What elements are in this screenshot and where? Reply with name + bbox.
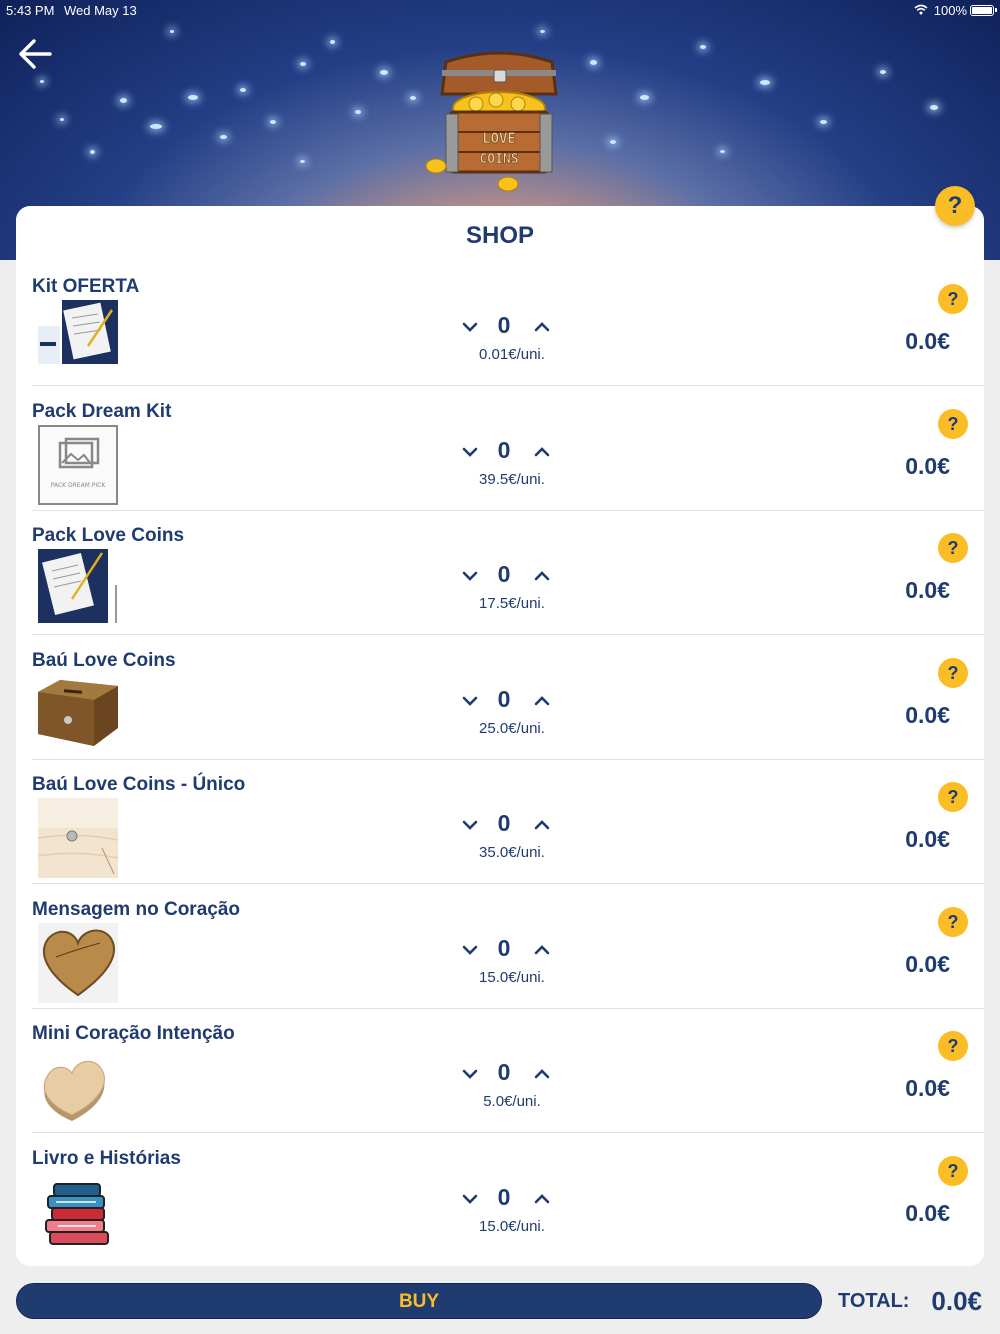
- question-icon[interactable]: ?: [938, 1156, 968, 1186]
- quantity-stepper: 0: [442, 935, 582, 967]
- unit-price: 35.0€/uni.: [479, 844, 545, 861]
- quantity-value: 0: [497, 935, 511, 961]
- mini-heart-icon: [43, 1060, 105, 1121]
- unit-price: 15.0€/uni.: [479, 969, 545, 986]
- chevron-down-icon[interactable]: [462, 320, 478, 334]
- chevron-down-icon[interactable]: [462, 1067, 478, 1081]
- unit-price: 25.0€/uni.: [479, 720, 545, 737]
- question-icon[interactable]: ?: [938, 409, 968, 439]
- svg-text:COINS: COINS: [479, 152, 518, 167]
- question-icon[interactable]: ?: [938, 533, 968, 563]
- product-row: Mensagem no Coração ? 0 15.0€/uni. 0.0€: [32, 885, 984, 1009]
- product-name: Baú Love Coins: [32, 650, 176, 671]
- line-total: 0.0€: [905, 951, 950, 977]
- line-total: 0.0€: [905, 826, 950, 852]
- quantity-stepper: 0: [442, 561, 582, 593]
- total-label: TOTAL:: [838, 1290, 910, 1312]
- product-row: Mini Coração Intenção ? 0 5.0€/uni. 0.0€: [32, 1009, 984, 1133]
- battery-percentage: 100%: [933, 3, 967, 18]
- line-total: 0.0€: [905, 453, 950, 479]
- quantity-value: 0: [497, 686, 511, 712]
- line-total: 0.0€: [905, 702, 950, 728]
- chevron-down-icon[interactable]: [462, 445, 478, 459]
- svg-text:LOVE: LOVE: [482, 131, 516, 147]
- product-name: Pack Love Coins: [32, 525, 185, 546]
- product-row: Livro e Histórias ? 0 15.0€/uni. 0.0€: [32, 1134, 984, 1258]
- chevron-up-icon[interactable]: [534, 943, 550, 957]
- svg-text:PACK DREAM PICK: PACK DREAM PICK: [51, 482, 107, 489]
- chevron-down-icon[interactable]: [462, 569, 478, 583]
- quantity-value: 0: [497, 437, 511, 463]
- product-name: Baú Love Coins - Único: [32, 774, 246, 795]
- question-icon[interactable]: ?: [938, 907, 968, 937]
- line-total: 0.0€: [905, 328, 950, 354]
- question-icon[interactable]: ?: [938, 284, 968, 314]
- product-name: Mini Coração Intenção: [32, 1023, 235, 1044]
- battery-icon: [970, 5, 997, 16]
- status-time: 5:43 PM: [6, 3, 55, 18]
- chevron-up-icon[interactable]: [534, 445, 550, 459]
- image-placeholder-icon: PACK DREAM PICK: [38, 425, 118, 505]
- product-name: Pack Dream Kit: [32, 401, 172, 422]
- wood-plank-icon: [38, 798, 118, 878]
- chevron-up-icon[interactable]: [534, 320, 550, 334]
- quantity-value: 0: [497, 810, 511, 836]
- chevron-up-icon[interactable]: [534, 1067, 550, 1081]
- letter-pen-icon: [38, 300, 118, 364]
- product-row: Kit OFERTA ? 0 0.01€/uni. 0.0€: [32, 262, 984, 386]
- chevron-up-icon[interactable]: [534, 818, 550, 832]
- quantity-stepper: 0: [442, 437, 582, 469]
- product-row: Pack Love Coins ? 0 17.5€/uni. 0.0€: [32, 511, 984, 635]
- unit-price: 15.0€/uni.: [479, 1218, 545, 1235]
- line-total: 0.0€: [905, 1075, 950, 1101]
- product-name: Kit OFERTA: [32, 276, 140, 297]
- wifi-icon: [914, 4, 928, 15]
- letter-pen-icon: [38, 549, 117, 623]
- wooden-box-icon: [38, 680, 118, 746]
- status-bar: 5:43 PM Wed May 13 100%: [0, 0, 1000, 22]
- help-question-icon[interactable]: ?: [935, 186, 975, 226]
- product-name: Livro e Histórias: [32, 1148, 181, 1169]
- love-coins-chest-logo: LOVE COINS: [425, 51, 558, 192]
- product-row: Baú Love Coins - Único ? 0 35.0€/uni. 0.…: [32, 760, 984, 884]
- quantity-value: 0: [497, 561, 511, 587]
- quantity-stepper: 0: [442, 810, 582, 842]
- unit-price: 39.5€/uni.: [479, 471, 545, 488]
- quantity-stepper: 0: [442, 1184, 582, 1216]
- product-name: Mensagem no Coração: [32, 899, 240, 920]
- quantity-value: 0: [497, 312, 511, 338]
- wooden-heart-icon: [38, 923, 118, 1003]
- line-total: 0.0€: [905, 1200, 950, 1226]
- back-arrow-icon[interactable]: [16, 36, 54, 72]
- chevron-up-icon[interactable]: [534, 569, 550, 583]
- chevron-down-icon[interactable]: [462, 694, 478, 708]
- shop-title: SHOP: [465, 222, 534, 249]
- chevron-up-icon[interactable]: [534, 694, 550, 708]
- line-total: 0.0€: [905, 577, 950, 603]
- question-icon[interactable]: ?: [938, 1031, 968, 1061]
- quantity-stepper: 0: [442, 1059, 582, 1091]
- buy-button[interactable]: BUY: [16, 1283, 822, 1319]
- quantity-stepper: 0: [442, 312, 582, 344]
- status-date: Wed May 13: [64, 3, 137, 18]
- question-icon[interactable]: ?: [938, 658, 968, 688]
- shop-card: SHOP Kit OFERTA ? 0 0.01€/uni. 0.0€ Pack…: [16, 206, 984, 1266]
- chevron-down-icon[interactable]: [462, 943, 478, 957]
- unit-price: 17.5€/uni.: [479, 595, 545, 612]
- unit-price: 5.0€/uni.: [483, 1093, 541, 1110]
- books-stack-icon: [45, 1183, 109, 1245]
- chevron-up-icon[interactable]: [534, 1192, 550, 1206]
- total-value: 0.0€: [931, 1286, 982, 1316]
- product-row: Pack Dream Kit ? PACK DREAM PICK 0 39.5€…: [32, 387, 984, 511]
- product-row: Baú Love Coins ? 0 25.0€/uni. 0.0€: [32, 636, 984, 760]
- unit-price: 0.01€/uni.: [479, 346, 545, 363]
- quantity-stepper: 0: [442, 686, 582, 718]
- question-icon[interactable]: ?: [938, 782, 968, 812]
- quantity-value: 0: [497, 1184, 511, 1210]
- chevron-down-icon[interactable]: [462, 818, 478, 832]
- quantity-value: 0: [497, 1059, 511, 1085]
- chevron-down-icon[interactable]: [462, 1192, 478, 1206]
